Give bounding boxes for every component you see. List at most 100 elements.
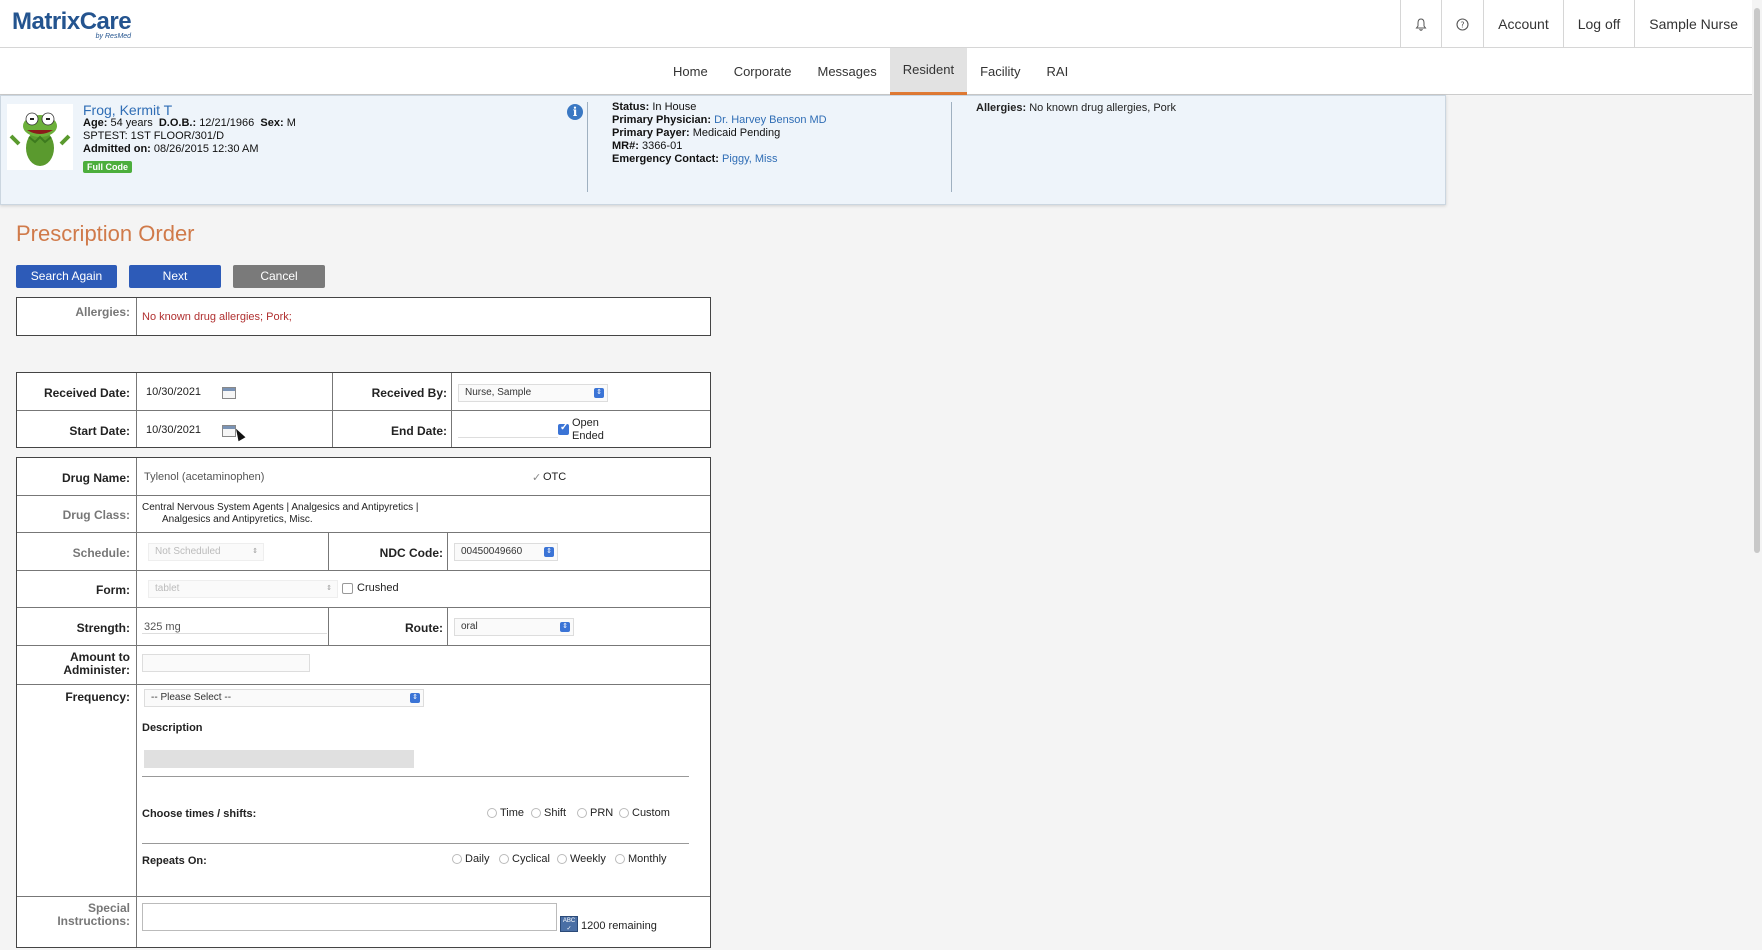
crushed-checkbox[interactable] xyxy=(342,583,353,594)
radio-custom[interactable] xyxy=(619,808,629,818)
otc-label: OTC xyxy=(543,471,567,483)
code-status-badge: Full Code xyxy=(83,161,132,173)
banner-allergies: Allergies: No known drug allergies, Pork xyxy=(976,102,1176,114)
emergency-contact: Emergency Contact: Piggy, Miss xyxy=(612,153,778,165)
user-name[interactable]: Sample Nurse xyxy=(1634,0,1752,48)
description-label: Description xyxy=(142,722,203,734)
start-date-input[interactable]: 10/30/2021 xyxy=(146,424,201,436)
top-bar: MatrixCare by ResMed ? Account Log off S… xyxy=(0,0,1752,48)
radio-weekly-label: Weekly xyxy=(570,853,606,865)
chevron-down-icon: ⇕ xyxy=(410,693,420,703)
remaining-chars: 1200 remaining xyxy=(581,920,657,932)
primary-physician: Primary Physician: Dr. Harvey Benson MD xyxy=(612,114,827,126)
spellcheck-icon[interactable]: ABC ✓ xyxy=(560,916,578,932)
logoff-link[interactable]: Log off xyxy=(1562,0,1635,48)
frequency-label: Frequency: xyxy=(65,690,130,704)
calendar-icon[interactable] xyxy=(222,387,236,399)
help-icon[interactable]: ? xyxy=(1441,0,1483,48)
open-ended-checkbox[interactable] xyxy=(558,422,569,435)
received-by-select[interactable]: Nurse, Sample ⇕ xyxy=(458,384,608,402)
resident-status: Status: In House xyxy=(612,101,697,113)
radio-shift-label: Shift xyxy=(544,807,567,819)
drug-name-label: Drug Name: xyxy=(61,471,130,485)
tab-rai[interactable]: RAI xyxy=(1034,48,1082,95)
page-scrollbar[interactable] xyxy=(1752,0,1762,950)
tab-home[interactable]: Home xyxy=(660,48,721,95)
radio-daily[interactable] xyxy=(452,854,462,864)
physician-link[interactable]: Dr. Harvey Benson MD xyxy=(714,114,826,126)
allergies-label: Allergies: xyxy=(75,305,130,319)
page-title: Prescription Order xyxy=(16,221,195,246)
resident-demographics: Age: 54 years D.O.B.: 12/21/1966 Sex: M xyxy=(83,117,296,129)
resident-banner: Frog, Kermit T Age: 54 years D.O.B.: 12/… xyxy=(0,95,1446,205)
route-select[interactable]: oral ⇕ xyxy=(454,618,574,636)
radio-shift[interactable] xyxy=(531,808,541,818)
form-select[interactable]: tablet ⇕ xyxy=(148,580,338,598)
scrollbar-thumb[interactable] xyxy=(1754,8,1760,553)
form-label: Form: xyxy=(96,583,130,597)
tab-messages[interactable]: Messages xyxy=(805,48,890,95)
next-button[interactable]: Next xyxy=(129,265,221,288)
special-instructions-label: Special Instructions: xyxy=(57,901,130,928)
ndc-code-select[interactable]: 00450049660 ⇕ xyxy=(454,543,558,561)
main-nav: Home Corporate Messages Resident Facilit… xyxy=(0,48,1752,95)
cancel-button[interactable]: Cancel xyxy=(233,265,325,288)
logo-text: MatrixCare xyxy=(12,8,132,35)
schedule-select[interactable]: Not Scheduled ⇕ xyxy=(148,543,264,561)
account-link[interactable]: Account xyxy=(1483,0,1563,48)
radio-monthly[interactable] xyxy=(615,854,625,864)
radio-monthly-label: Monthly xyxy=(628,853,667,865)
search-again-button[interactable]: Search Again xyxy=(16,265,117,288)
description-field[interactable] xyxy=(144,750,414,768)
info-icon[interactable]: i xyxy=(567,104,583,120)
tab-facility[interactable]: Facility xyxy=(967,48,1033,95)
bell-icon[interactable] xyxy=(1400,0,1441,48)
resident-admitted: Admitted on: 08/26/2015 12:30 AM xyxy=(83,143,259,155)
primary-payer: Primary Payer: Medicaid Pending xyxy=(612,127,781,139)
strength-label: Strength: xyxy=(76,621,130,635)
strength-underline xyxy=(142,616,327,634)
divider xyxy=(142,843,689,844)
dates-table: Received Date: 10/30/2021 Received By: N… xyxy=(16,372,711,448)
drug-name-field[interactable]: Tylenol (acetaminophen) xyxy=(144,471,264,483)
chevron-down-icon: ⇕ xyxy=(544,547,554,557)
resident-location: SPTEST: 1ST FLOOR/301/D xyxy=(83,130,225,142)
emergency-contact-link[interactable]: Piggy, Miss xyxy=(722,153,777,165)
ndc-code-label: NDC Code: xyxy=(379,546,443,560)
matrixcare-logo[interactable]: MatrixCare by ResMed xyxy=(12,8,132,40)
radio-prn[interactable] xyxy=(577,808,587,818)
end-date-input[interactable] xyxy=(458,420,558,438)
special-instructions-textarea[interactable] xyxy=(142,903,557,931)
chevron-down-icon: ⇕ xyxy=(560,622,570,632)
frequency-select[interactable]: -- Please Select -- ⇕ xyxy=(144,689,424,707)
chevron-down-icon: ⇕ xyxy=(326,585,332,592)
banner-divider xyxy=(587,102,588,192)
start-date-label: Start Date: xyxy=(69,424,130,438)
top-right-menu: ? Account Log off Sample Nurse xyxy=(1400,0,1752,48)
received-date-input[interactable]: 10/30/2021 xyxy=(146,386,201,398)
open-ended-label: Open Ended xyxy=(572,417,604,442)
tab-corporate[interactable]: Corporate xyxy=(721,48,805,95)
resident-avatar xyxy=(7,104,73,170)
drug-table: Drug Name: Tylenol (acetaminophen) ✓ OTC… xyxy=(16,457,711,948)
drug-class-line-1: Central Nervous System Agents | Analgesi… xyxy=(142,502,419,513)
resident-name[interactable]: Frog, Kermit T xyxy=(83,102,172,118)
crushed-label: Crushed xyxy=(357,582,399,594)
svg-text:?: ? xyxy=(1461,20,1465,29)
allergies-box: Allergies: No known drug allergies; Pork… xyxy=(16,297,711,336)
drug-class-line-2: Analgesics and Antipyretics, Misc. xyxy=(162,514,313,525)
route-label: Route: xyxy=(405,621,443,635)
amount-label: Amount to Administer: xyxy=(63,650,130,677)
received-date-label: Received Date: xyxy=(43,386,130,400)
radio-time[interactable] xyxy=(487,808,497,818)
check-icon: ✓ xyxy=(532,472,542,484)
end-date-label: End Date: xyxy=(390,424,447,438)
radio-cyclical-label: Cyclical xyxy=(512,853,550,865)
choose-times-label: Choose times / shifts: xyxy=(142,808,257,820)
amount-input[interactable] xyxy=(142,654,310,672)
radio-weekly[interactable] xyxy=(557,854,567,864)
tab-resident[interactable]: Resident xyxy=(889,48,968,95)
radio-cyclical[interactable] xyxy=(499,854,509,864)
radio-custom-label: Custom xyxy=(632,807,670,819)
banner-divider-2 xyxy=(951,102,952,192)
